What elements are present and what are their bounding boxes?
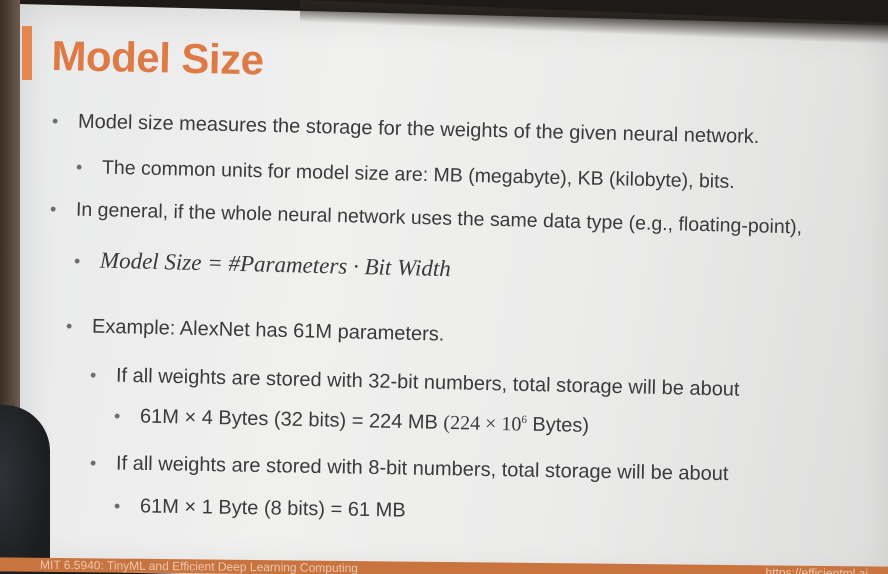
calc-text: 61M × 1 Byte (8 bits) = 61 MB xyxy=(139,495,406,522)
bullet-glyph: • xyxy=(75,157,83,178)
bullet-glyph: • xyxy=(113,496,121,517)
bullet-glyph: • xyxy=(73,251,81,272)
speaker-silhouette xyxy=(0,405,50,574)
bullet-glyph: • xyxy=(89,453,97,474)
bullet-line-8bit-calc: • 61M × 1 Byte (8 bits) = 61 MB xyxy=(114,495,406,523)
bullet-glyph: • xyxy=(51,111,59,132)
title-accent-bar xyxy=(22,26,32,80)
footer-course-title: MIT 6.5940: TinyML and Efficient Deep Le… xyxy=(40,557,358,574)
calc-paren: (224 × 106 Bytes) xyxy=(443,411,590,437)
bullet-glyph: • xyxy=(89,365,97,386)
slide-title: Model Size xyxy=(51,32,265,84)
bullet-glyph: • xyxy=(49,199,57,220)
footer-url: https://efficientml.ai xyxy=(765,565,869,574)
projected-slide xyxy=(18,4,888,574)
bullet-glyph: • xyxy=(65,316,73,337)
photo-stage: Model Size • Model size measures the stor… xyxy=(0,0,888,574)
bullet-glyph: • xyxy=(113,406,121,427)
